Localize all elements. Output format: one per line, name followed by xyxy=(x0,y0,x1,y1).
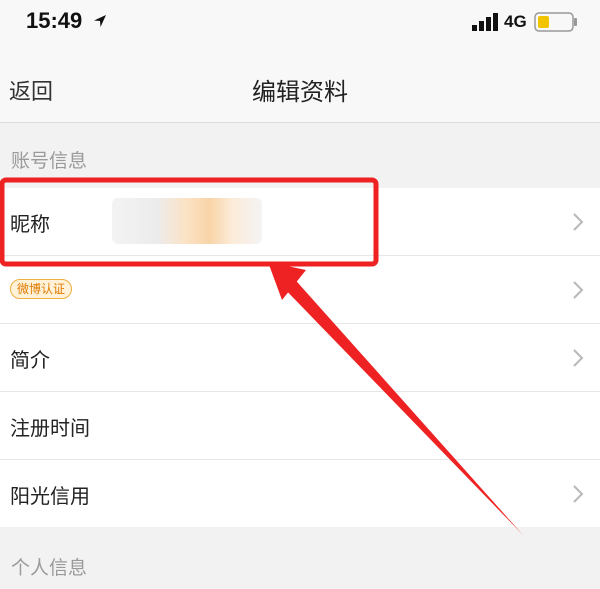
location-arrow-icon xyxy=(94,15,106,27)
bio-row[interactable]: 简介 xyxy=(0,324,600,392)
registration-time-label: 注册时间 xyxy=(10,416,90,440)
sunshine-credit-row[interactable]: 阳光信用 xyxy=(0,460,600,527)
nav-bar: 返回 编辑资料 xyxy=(0,46,600,123)
status-bar: 15:49 4G xyxy=(0,0,600,46)
section-header-account: 账号信息 xyxy=(11,150,88,172)
network-label: 4G xyxy=(504,12,527,31)
weibo-verification-row[interactable]: 微博认证 xyxy=(0,256,600,324)
section-header-personal: 个人信息 xyxy=(11,557,88,579)
sunshine-credit-label: 阳光信用 xyxy=(10,484,90,508)
account-info-list: 昵称 微博认证 简介 注册时间 阳光信用 xyxy=(0,188,600,527)
nickname-label: 昵称 xyxy=(10,212,50,236)
chevron-right-icon xyxy=(573,213,584,231)
bio-label: 简介 xyxy=(10,348,50,372)
page-title: 编辑资料 xyxy=(252,78,348,106)
status-time: 15:49 xyxy=(26,8,83,33)
weibo-verification-badge: 微博认证 xyxy=(10,279,73,299)
chevron-right-icon xyxy=(573,485,584,503)
nickname-value-blurred xyxy=(112,198,262,244)
chevron-right-icon xyxy=(573,349,584,367)
nickname-row[interactable]: 昵称 xyxy=(0,188,600,256)
signal-icon xyxy=(472,13,498,31)
registration-time-row: 注册时间 xyxy=(0,392,600,460)
chevron-right-icon xyxy=(573,281,584,299)
battery-icon xyxy=(534,12,577,32)
